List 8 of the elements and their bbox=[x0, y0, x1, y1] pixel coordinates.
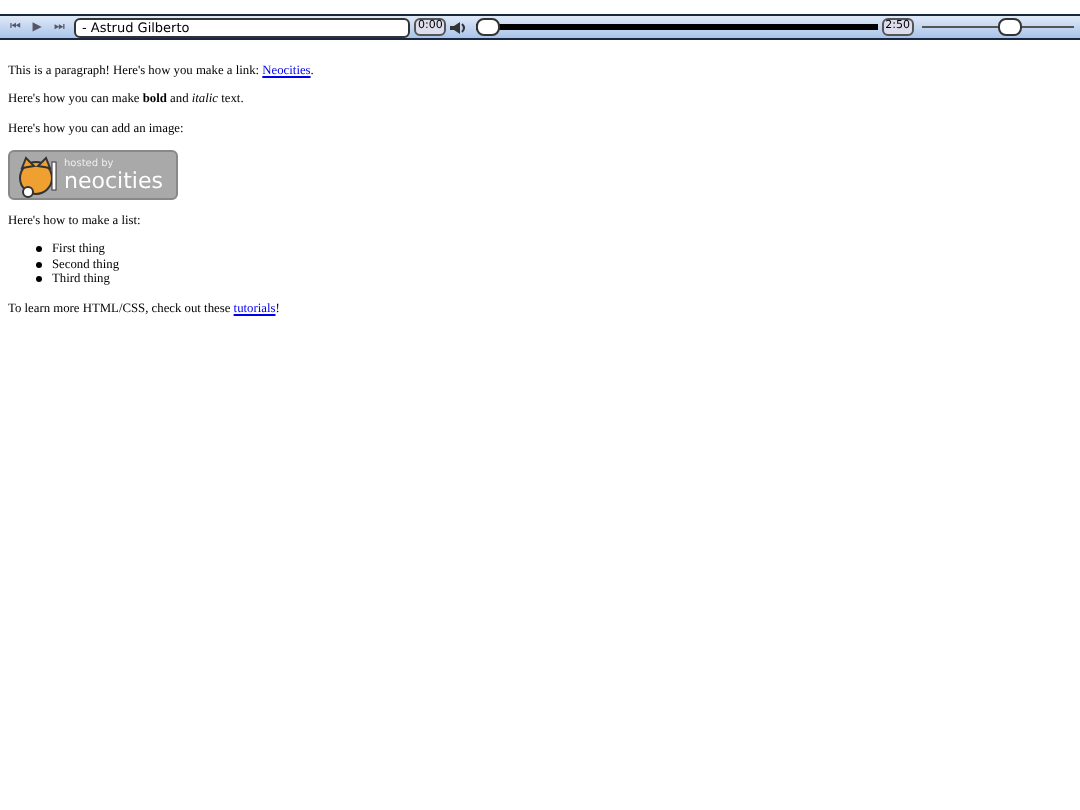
bullet-icon bbox=[36, 276, 42, 283]
slider-thumb[interactable] bbox=[998, 18, 1023, 36]
cat-mascot-icon bbox=[16, 153, 60, 198]
speaker-icon[interactable] bbox=[450, 19, 469, 35]
bullet-icon bbox=[36, 261, 42, 268]
slider-thumb[interactable] bbox=[476, 18, 501, 36]
badge-logo-text: neocities bbox=[64, 169, 163, 192]
bullet-icon bbox=[36, 246, 42, 253]
